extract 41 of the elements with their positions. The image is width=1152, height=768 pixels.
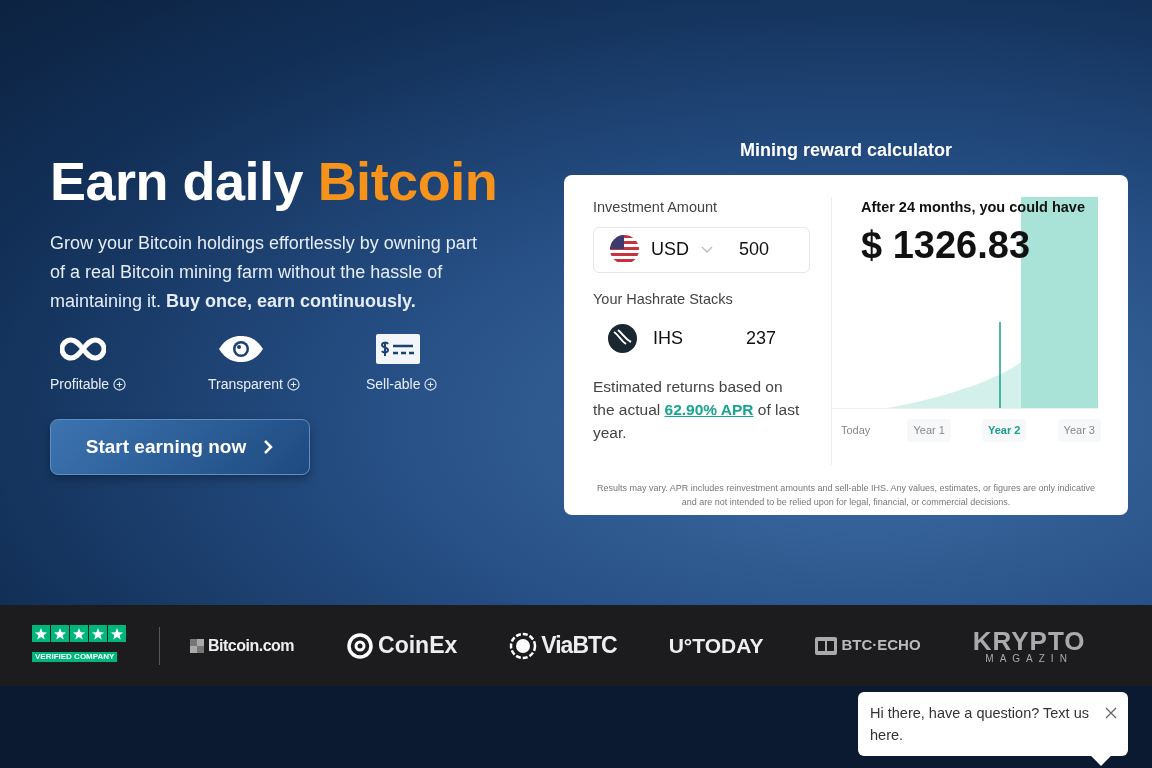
plus-circle-icon[interactable] xyxy=(113,378,127,392)
headline: Earn daily Bitcoin xyxy=(50,152,499,212)
amount-input[interactable]: 500 xyxy=(739,236,799,264)
hero-description: Grow your Bitcoin holdings effortlessly by owning part of a real Bitcoin mining farm without the hassle of maintaining it. Buy once, earn continuously. xyxy=(50,232,478,314)
press-logo: CoinEx xyxy=(346,628,458,663)
bill-icon xyxy=(376,334,420,365)
apr-link[interactable]: 62.90% APR xyxy=(664,400,754,418)
period-tab[interactable]: Year 2 xyxy=(982,419,1027,442)
field-label: Your Hashrate Stacks xyxy=(593,289,734,309)
result-label: After 24 months, you could have xyxy=(861,198,1086,217)
chat-message: Hi there, have a question? Text us here. xyxy=(870,704,1090,745)
currency-label: USD xyxy=(651,238,689,262)
start-earning-button[interactable]: Start earning now xyxy=(50,419,310,476)
period-tab[interactable]: Today xyxy=(835,419,877,442)
feature-label: Sell-able xyxy=(366,376,421,393)
period-tab[interactable]: Year 3 xyxy=(1057,419,1101,442)
returns-text: Estimated returns based on the actual 62.90% APR of last year. xyxy=(593,376,801,443)
verified-badge: VERIFIED COMPANY xyxy=(32,652,118,662)
unit-label: IHS xyxy=(653,327,683,350)
feature-label: Profitable xyxy=(50,376,110,393)
flag-icon xyxy=(610,235,639,265)
amount-field[interactable]: USD 500 xyxy=(593,226,810,273)
disclaimer: Results may vary. APR includes reinvestment amounts and sell-able IHS. Any values, estimates, or figures are only indicative and are not intended to be relied upon for legal, financial, or commercial decisions. xyxy=(595,482,1097,509)
eye-icon xyxy=(218,335,264,364)
press-logo: BTC·ECHO xyxy=(815,634,921,657)
field-label: Investment Amount xyxy=(593,198,719,217)
press-logo: ViaBTC xyxy=(509,628,617,663)
chevron-right-icon xyxy=(262,439,275,456)
press-logo: KRYPTO MAGAZIN xyxy=(972,627,1086,664)
press-logo: U°TODAY xyxy=(668,632,764,659)
calculator-title: Mining reward calculator xyxy=(738,139,953,162)
hashrate-value: 237 xyxy=(746,327,777,350)
token-icon xyxy=(608,324,637,353)
infinity-icon xyxy=(60,336,106,363)
period-tab[interactable]: Year 1 xyxy=(907,419,951,442)
feature-label: Transparent xyxy=(208,376,283,393)
result-value: $ 1326.83 xyxy=(861,222,1032,268)
caret-icon xyxy=(701,245,713,254)
plus-circle-icon[interactable] xyxy=(424,378,438,392)
plus-circle-icon[interactable] xyxy=(286,378,300,392)
press-logo: Bitcoin.com xyxy=(190,633,295,658)
